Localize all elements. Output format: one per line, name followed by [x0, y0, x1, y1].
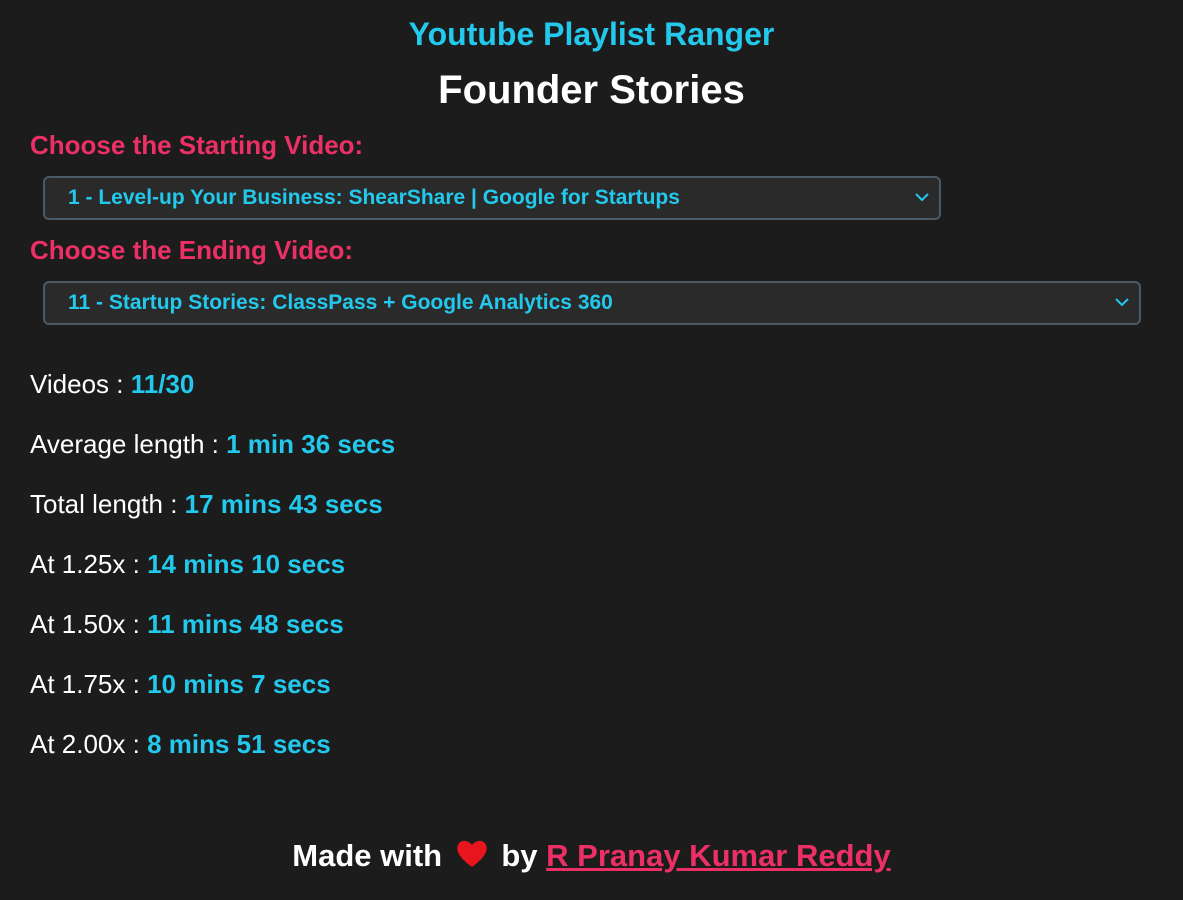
end-video-select[interactable]: 11 - Startup Stories: ClassPass + Google…: [43, 281, 1141, 325]
end-video-label: Choose the Ending Video:: [30, 235, 354, 265]
heart-icon: [457, 840, 487, 867]
stat-average-length: Average length : 1 min 36 secs: [30, 429, 395, 460]
stat-label: Average length :: [30, 429, 227, 459]
stat-videos: Videos : 11/30: [30, 369, 194, 400]
stat-speed-1-50: At 1.50x : 11 mins 48 secs: [30, 609, 344, 640]
stat-value: 1 min 36 secs: [226, 429, 396, 459]
footer: Made with by R Pranay Kumar Reddy: [0, 838, 1183, 874]
start-video-selected: 1 - Level-up Your Business: ShearShare |…: [68, 186, 680, 209]
author-link[interactable]: R Pranay Kumar Reddy: [546, 838, 891, 873]
stat-speed-1-25: At 1.25x : 14 mins 10 secs: [30, 549, 345, 580]
stat-label: Videos :: [30, 369, 131, 399]
stat-value: 17 mins 43 secs: [184, 489, 383, 519]
footer-by: by: [501, 838, 538, 873]
app-title: Youtube Playlist Ranger: [408, 16, 775, 52]
stat-label: At 1.75x :: [30, 669, 148, 699]
stat-value: 8 mins 51 secs: [147, 729, 331, 759]
footer-made-with: Made with: [292, 838, 443, 873]
stat-label: At 1.50x :: [30, 609, 148, 639]
start-video-select[interactable]: 1 - Level-up Your Business: ShearShare |…: [43, 176, 941, 220]
stat-speed-1-75: At 1.75x : 10 mins 7 secs: [30, 669, 331, 700]
chevron-down-icon: [1115, 298, 1129, 307]
stat-value: 11/30: [130, 369, 195, 399]
stat-value: 10 mins 7 secs: [147, 669, 331, 699]
chevron-down-icon: [915, 193, 929, 202]
stat-total-length: Total length : 17 mins 43 secs: [30, 489, 383, 520]
end-video-selected: 11 - Startup Stories: ClassPass + Google…: [68, 291, 613, 314]
playlist-title: Founder Stories: [438, 68, 745, 112]
stat-speed-2-00: At 2.00x : 8 mins 51 secs: [30, 729, 331, 760]
stat-label: At 2.00x :: [30, 729, 148, 759]
stat-label: At 1.25x :: [30, 549, 148, 579]
stat-value: 11 mins 48 secs: [147, 609, 344, 639]
stat-value: 14 mins 10 secs: [147, 549, 346, 579]
stat-label: Total length :: [30, 489, 185, 519]
start-video-label: Choose the Starting Video:: [30, 130, 364, 160]
